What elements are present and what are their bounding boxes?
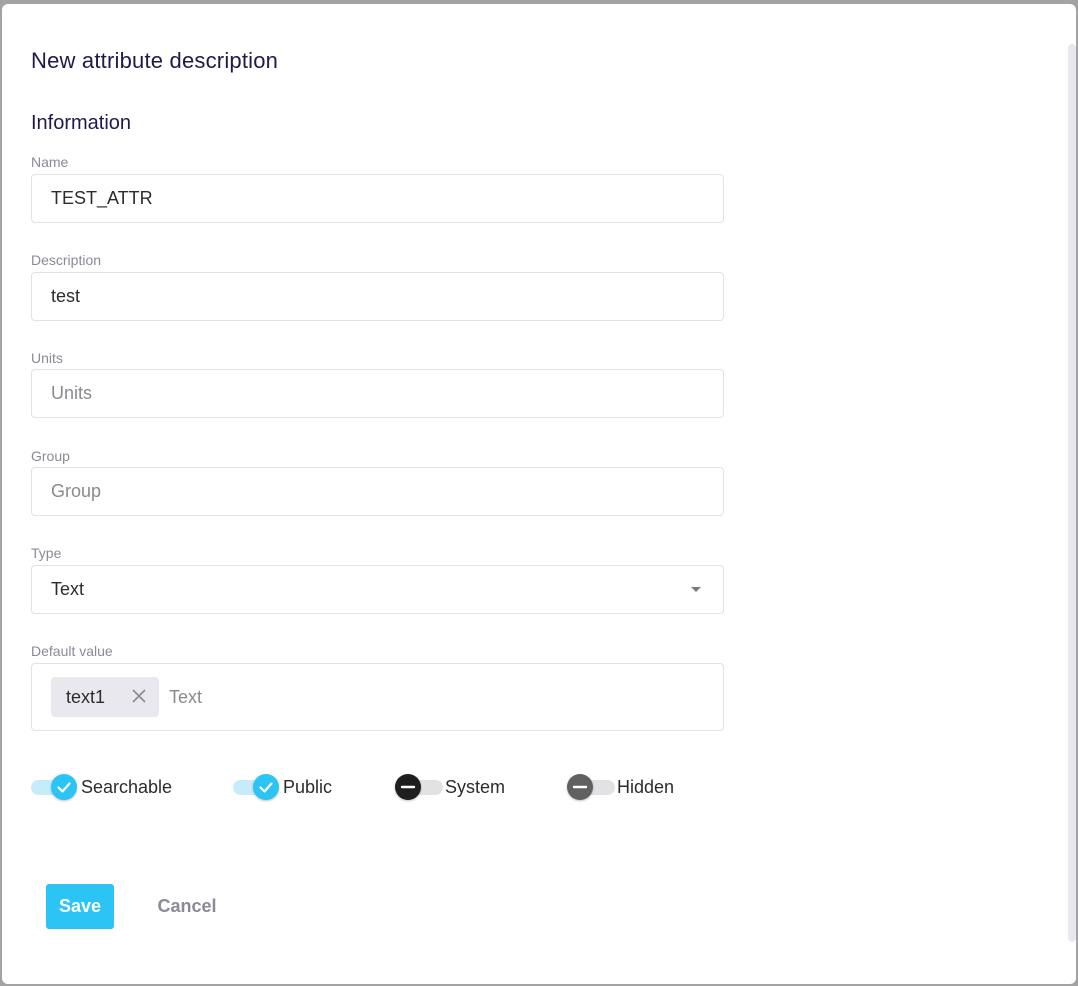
- units-field-box: [31, 369, 724, 418]
- close-icon[interactable]: [131, 688, 147, 704]
- section-title-information: Information: [31, 112, 132, 134]
- searchable-toggle[interactable]: Searchable: [31, 774, 176, 800]
- searchable-label: Searchable: [81, 777, 173, 797]
- hidden-label: Hidden: [617, 777, 675, 797]
- type-select[interactable]: Text: [31, 565, 724, 614]
- group-input[interactable]: [51, 468, 691, 515]
- description-input[interactable]: [51, 273, 691, 320]
- group-field-box: [31, 467, 724, 516]
- save-button[interactable]: Save: [46, 884, 114, 929]
- system-label: System: [445, 777, 506, 797]
- value-chip-label: text1: [66, 687, 106, 707]
- check-icon: [51, 774, 77, 800]
- system-toggle[interactable]: System: [395, 774, 515, 800]
- cancel-button[interactable]: Cancel: [152, 884, 222, 929]
- dialog-title: New attribute description: [31, 48, 279, 73]
- public-label: Public: [283, 777, 333, 797]
- type-label: Type: [31, 545, 62, 561]
- attribute-dialog: New attribute description Information Na…: [2, 4, 1076, 984]
- group-label: Group: [31, 448, 70, 464]
- name-field-box: [31, 174, 724, 223]
- units-label: Units: [31, 350, 63, 366]
- description-field-box: [31, 272, 724, 321]
- check-icon: [253, 774, 279, 800]
- type-select-value: Text: [51, 579, 85, 599]
- vertical-scrollbar[interactable]: [1068, 44, 1076, 942]
- default-value-field-box: text1: [31, 663, 724, 731]
- name-label: Name: [31, 154, 69, 170]
- value-chip: text1: [51, 677, 159, 717]
- public-toggle[interactable]: Public: [233, 774, 343, 800]
- units-input[interactable]: [51, 370, 691, 417]
- name-input[interactable]: [51, 175, 691, 222]
- default-value-label: Default value: [31, 643, 113, 659]
- default-value-input[interactable]: [169, 677, 669, 717]
- caret-down-icon: [691, 587, 701, 592]
- minus-icon: [567, 774, 593, 800]
- minus-icon: [395, 774, 421, 800]
- hidden-toggle[interactable]: Hidden: [567, 774, 687, 800]
- description-label: Description: [31, 252, 102, 268]
